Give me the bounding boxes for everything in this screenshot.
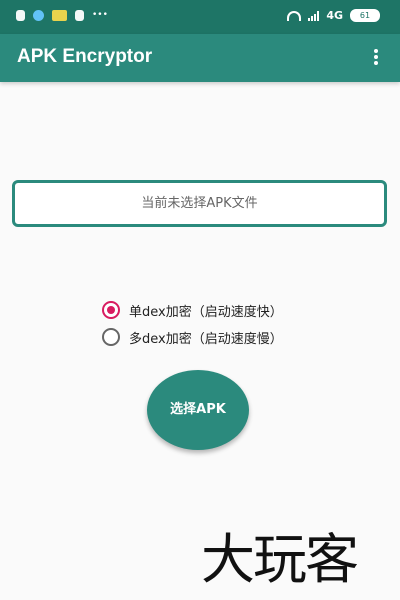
- signal-icon: [308, 10, 320, 21]
- selected-file-status: 当前未选择APK文件: [141, 196, 258, 211]
- app-bar: APK Encryptor: [0, 34, 400, 82]
- multi-dex-radio[interactable]: [102, 328, 120, 346]
- wifi-icon: [287, 10, 302, 21]
- single-dex-label: 单dex加密（启动速度快）: [129, 304, 283, 320]
- multi-dex-label: 多dex加密（启动速度慢）: [129, 331, 283, 347]
- sd-card-icon: [75, 10, 84, 21]
- multi-dex-option[interactable]: 多dex加密（启动速度慢）: [102, 326, 283, 348]
- calendar-icon: [52, 10, 67, 21]
- more-vertical-icon[interactable]: [372, 49, 380, 69]
- single-dex-option[interactable]: 单dex加密（启动速度快）: [102, 299, 283, 321]
- status-bar: ••• 4G 61: [0, 0, 400, 34]
- security-icon: [16, 10, 25, 21]
- app-icon: [33, 10, 44, 21]
- app-title: APK Encryptor: [17, 46, 153, 67]
- more-dots-icon: •••: [92, 10, 108, 20]
- select-apk-button[interactable]: 选择APK: [147, 370, 249, 450]
- selected-file-box: 当前未选择APK文件: [12, 180, 387, 227]
- watermark-text: 大玩客: [201, 528, 359, 591]
- status-left-icons: •••: [16, 10, 108, 21]
- single-dex-radio[interactable]: [102, 301, 120, 319]
- status-right-icons: 4G 61: [287, 9, 380, 22]
- network-label: 4G: [326, 9, 343, 22]
- battery-icon: 61: [350, 9, 380, 22]
- screen: ••• 4G 61 APK Encryptor 当前未选择APK文件 单dex加…: [0, 0, 400, 600]
